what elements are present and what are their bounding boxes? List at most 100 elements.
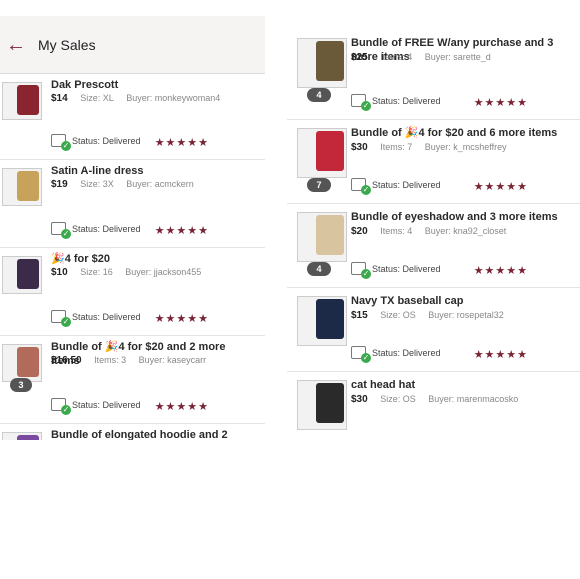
listing-title[interactable]: Bundle of elongated hoodie and 2 more it… — [51, 428, 257, 440]
sale-list-item[interactable]: cat head hat $30 Size: OS Buyer: marenma… — [287, 372, 580, 435]
item-count-badge: 3 — [10, 378, 32, 392]
listing-title[interactable]: cat head hat — [351, 378, 572, 392]
check-icon: ✓ — [61, 317, 71, 327]
rating-stars: ★★★★★ — [154, 313, 209, 325]
listing-thumbnail[interactable] — [297, 128, 347, 178]
listing-photo — [316, 383, 344, 423]
status-text: Status: Delivered — [72, 311, 141, 322]
back-arrow-icon[interactable]: ← — [6, 34, 28, 56]
page-title: My Sales — [38, 36, 96, 53]
buyer-name: Buyer: rosepetal32 — [428, 310, 504, 320]
sale-list-item[interactable]: Dak Prescott $14 Size: XL Buyer: monkeyw… — [0, 74, 265, 160]
buyer-name: Buyer: acmckern — [126, 179, 194, 189]
check-icon: ✓ — [361, 185, 371, 195]
status-text: Status: Delivered — [72, 135, 141, 146]
check-icon: ✓ — [361, 101, 371, 111]
listing-photo — [17, 259, 39, 289]
listing-thumbnail[interactable] — [2, 168, 42, 206]
listing-price: $30 — [351, 142, 368, 153]
sale-list-item[interactable]: Navy TX baseball cap $15 Size: OS Buyer:… — [287, 288, 580, 372]
rating-stars: ★★★★★ — [154, 401, 209, 413]
listing-meta: $14 Size: XL Buyer: monkeywoman4 — [51, 93, 220, 104]
listing-size-or-items: Size: 16 — [80, 267, 113, 277]
delivery-status: ✓ Status: Delivered — [351, 94, 441, 111]
check-icon: ✓ — [61, 229, 71, 239]
package-icon: ✓ — [351, 262, 371, 279]
listing-price: $10 — [51, 267, 68, 278]
status-text: Status: Delivered — [372, 95, 441, 106]
left-sales-panel: ← My Sales Dak Prescott $14 Size: XL Buy… — [0, 0, 265, 440]
listing-thumbnail[interactable] — [2, 256, 42, 294]
listing-meta: $16.50 Items: 3 Buyer: kaseycarr — [51, 355, 206, 366]
sale-list-item[interactable]: 🎉4 for $20 $10 Size: 16 Buyer: jjackson4… — [0, 248, 265, 336]
sale-list-item[interactable]: Satin A-line dress $19 Size: 3X Buyer: a… — [0, 160, 265, 248]
listing-photo — [316, 131, 344, 171]
listing-size-or-items: Items: 4 — [380, 52, 413, 62]
listing-title[interactable]: Dak Prescott — [51, 78, 257, 92]
listing-thumbnail[interactable] — [297, 296, 347, 346]
package-icon: ✓ — [351, 346, 371, 363]
rating-stars: ★★★★★ — [473, 97, 528, 109]
listing-size-or-items: Items: 7 — [380, 142, 413, 152]
listing-meta: $25 Items: 4 Buyer: sarette_d — [351, 52, 491, 63]
listing-thumbnail[interactable] — [2, 432, 42, 440]
listing-meta: $20 Items: 4 Buyer: kna92_closet — [351, 226, 506, 237]
buyer-name: Buyer: k_mcsheffrey — [424, 142, 507, 152]
buyer-name: Buyer: sarette_d — [424, 52, 491, 62]
item-count-badge: 4 — [307, 262, 331, 276]
listing-thumbnail[interactable] — [297, 212, 347, 262]
listing-thumbnail[interactable] — [2, 344, 42, 382]
rating-stars: ★★★★★ — [473, 265, 528, 277]
listing-meta: $15 Size: OS Buyer: rosepetal32 — [351, 310, 504, 321]
rating-stars: ★★★★★ — [473, 181, 528, 193]
listing-meta: $30 Size: OS Buyer: marenmacosko — [351, 394, 518, 405]
listing-title[interactable]: Satin A-line dress — [51, 164, 257, 178]
buyer-name: Buyer: marenmacosko — [428, 394, 519, 404]
status-text: Status: Delivered — [372, 179, 441, 190]
listing-size-or-items: Size: OS — [380, 394, 416, 404]
check-icon: ✓ — [361, 269, 371, 279]
package-icon: ✓ — [51, 398, 71, 415]
listing-price: $30 — [351, 394, 368, 405]
status-text: Status: Delivered — [372, 347, 441, 358]
delivery-status: ✓ Status: Delivered — [51, 134, 141, 151]
status-text: Status: Delivered — [372, 263, 441, 274]
sale-list-item[interactable]: Bundle of elongated hoodie and 2 more it… — [0, 424, 265, 440]
listing-title[interactable]: Navy TX baseball cap — [351, 294, 572, 308]
sale-list-item[interactable]: 4 Bundle of eyeshadow and 3 more items $… — [287, 204, 580, 288]
item-count-badge: 7 — [307, 178, 331, 192]
check-icon: ✓ — [61, 405, 71, 415]
listing-title[interactable]: Bundle of eyeshadow and 3 more items — [351, 210, 572, 224]
rating-stars: ★★★★★ — [154, 225, 209, 237]
listing-meta: $19 Size: 3X Buyer: acmckern — [51, 179, 194, 190]
sales-list-left: Dak Prescott $14 Size: XL Buyer: monkeyw… — [0, 74, 265, 440]
rating-stars: ★★★★★ — [473, 349, 528, 361]
item-count-badge: 4 — [307, 88, 331, 102]
check-icon: ✓ — [61, 141, 71, 151]
sale-list-item[interactable]: 7 Bundle of 🎉4 for $20 and 6 more items … — [287, 120, 580, 204]
listing-price: $25 — [351, 52, 368, 63]
listing-thumbnail[interactable] — [2, 82, 42, 120]
right-sales-panel: 4 Bundle of FREE W/any purchase and 3 mo… — [287, 0, 580, 435]
listing-size-or-items: Size: OS — [380, 310, 416, 320]
sale-list-item[interactable]: 4 Bundle of FREE W/any purchase and 3 mo… — [287, 30, 580, 120]
listing-photo — [316, 299, 344, 339]
listing-title[interactable]: 🎉4 for $20 — [51, 252, 257, 266]
sales-list-right: 4 Bundle of FREE W/any purchase and 3 mo… — [287, 30, 580, 435]
sale-list-item[interactable]: 3 Bundle of 🎉4 for $20 and 2 more items … — [0, 336, 265, 424]
delivery-status: ✓ Status: Delivered — [51, 398, 141, 415]
listing-price: $20 — [351, 226, 368, 237]
listing-thumbnail[interactable] — [297, 380, 347, 430]
listing-photo — [316, 41, 344, 81]
listing-size-or-items: Items: 3 — [94, 355, 127, 365]
listing-photo — [17, 435, 39, 440]
status-text: Status: Delivered — [72, 223, 141, 234]
delivery-status: ✓ Status: Delivered — [351, 178, 441, 195]
listing-thumbnail[interactable] — [297, 38, 347, 88]
listing-meta: $10 Size: 16 Buyer: jjackson455 — [51, 267, 201, 278]
package-icon: ✓ — [51, 310, 71, 327]
buyer-name: Buyer: jjackson455 — [125, 267, 202, 277]
listing-meta: $30 Items: 7 Buyer: k_mcsheffrey — [351, 142, 507, 153]
listing-title[interactable]: Bundle of 🎉4 for $20 and 6 more items — [351, 126, 572, 140]
check-icon: ✓ — [361, 353, 371, 363]
